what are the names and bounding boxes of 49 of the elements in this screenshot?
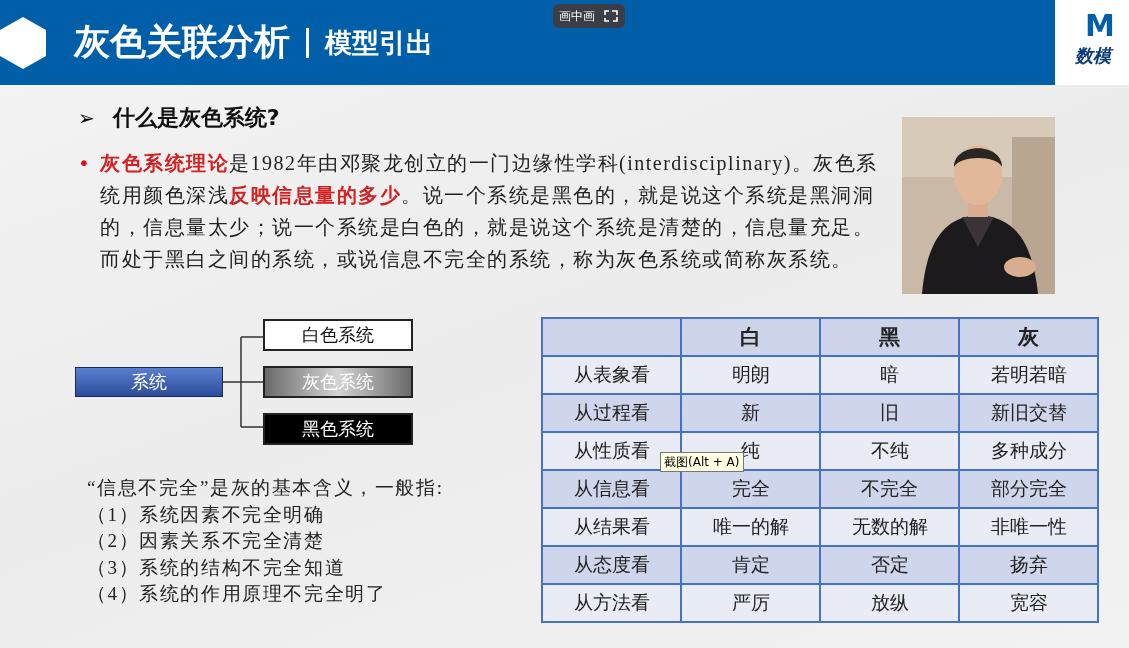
table-cell: 不纯 (820, 432, 959, 470)
system-type-box: 黑色系统 (263, 413, 413, 445)
pip-icon (603, 9, 619, 23)
intro-paragraph: 灰色系统理论是1982年由邓聚龙创立的一门边缘性学科(interdisciplinary)。灰色系统用颜色深浅反映信息量的多少。说一个系统是黑色的，就是说这个系统是黑洞洞的，信息量太少；说一个系统是白色的，就是说这个系统是清楚的，信息量充足。而处于黑白之间的系统，或说信息不完全的系统，称为灰色系统或简称灰系统。 (100, 151, 878, 272)
hexagon-icon (0, 14, 48, 71)
table-cell: 否定 (820, 546, 959, 584)
table-cell: 从信息看 (542, 470, 681, 508)
table-cell: 肯定 (681, 546, 820, 584)
table-header-cell: 灰 (959, 318, 1098, 356)
table-cell: 旧 (820, 394, 959, 432)
table-cell: 从方法看 (542, 584, 681, 622)
note-item: （2）因素关系不完全清楚 (87, 529, 326, 553)
table-cell: 扬弃 (959, 546, 1098, 584)
tooltip: 截图(Alt + A) (660, 452, 744, 472)
system-type-box: 白色系统 (263, 319, 413, 351)
slide-title: 灰色关联分析 (74, 20, 290, 64)
table-cell: 唯一的解 (681, 508, 820, 546)
table-header-cell: 黑 (820, 318, 959, 356)
table-cell: 新 (681, 394, 820, 432)
logo-letter: M (1085, 8, 1115, 44)
bullet-dot: • (78, 150, 91, 177)
table-cell: 完全 (681, 470, 820, 508)
table-cell: 从态度看 (542, 546, 681, 584)
table-cell: 非唯一性 (959, 508, 1098, 546)
table-cell: 放纵 (820, 584, 959, 622)
note-item: （1）系统因素不完全明确 (87, 502, 326, 527)
table-cell: 从结果看 (542, 508, 681, 546)
table-cell: 不完全 (820, 470, 959, 508)
table-cell: 若明若暗 (959, 356, 1098, 394)
table-cell: 从过程看 (542, 394, 681, 432)
note-item: （3）系统的结构不完全知道 (87, 555, 347, 580)
table-cell: 暗 (820, 356, 959, 394)
table-cell: 严厉 (681, 584, 820, 622)
slide-subtitle: 模型引出 (325, 25, 433, 60)
system-type-box: 灰色系统 (263, 366, 413, 398)
table-cell: 新旧交替 (959, 394, 1098, 432)
bullet-arrow: ➢ (78, 106, 95, 130)
note-item: （4）系统的作用原理不完全明了 (87, 582, 388, 606)
system-box: 系统 (75, 367, 223, 397)
table-header-cell: 白 (681, 318, 820, 356)
picture-in-picture-button[interactable]: 画中画 (553, 4, 625, 28)
note-lead: “信息不完全”是灰的基本含义，一般指: (87, 476, 445, 500)
table-cell: 部分完全 (959, 470, 1098, 508)
table-cell: 从表象看 (542, 356, 681, 394)
section-heading: 什么是灰色系统? (112, 104, 280, 132)
table-cell: 宽容 (959, 584, 1098, 622)
table-cell: 明朗 (681, 356, 820, 394)
table-cell: 无数的解 (820, 508, 959, 546)
table-cell: 多种成分 (959, 432, 1098, 470)
